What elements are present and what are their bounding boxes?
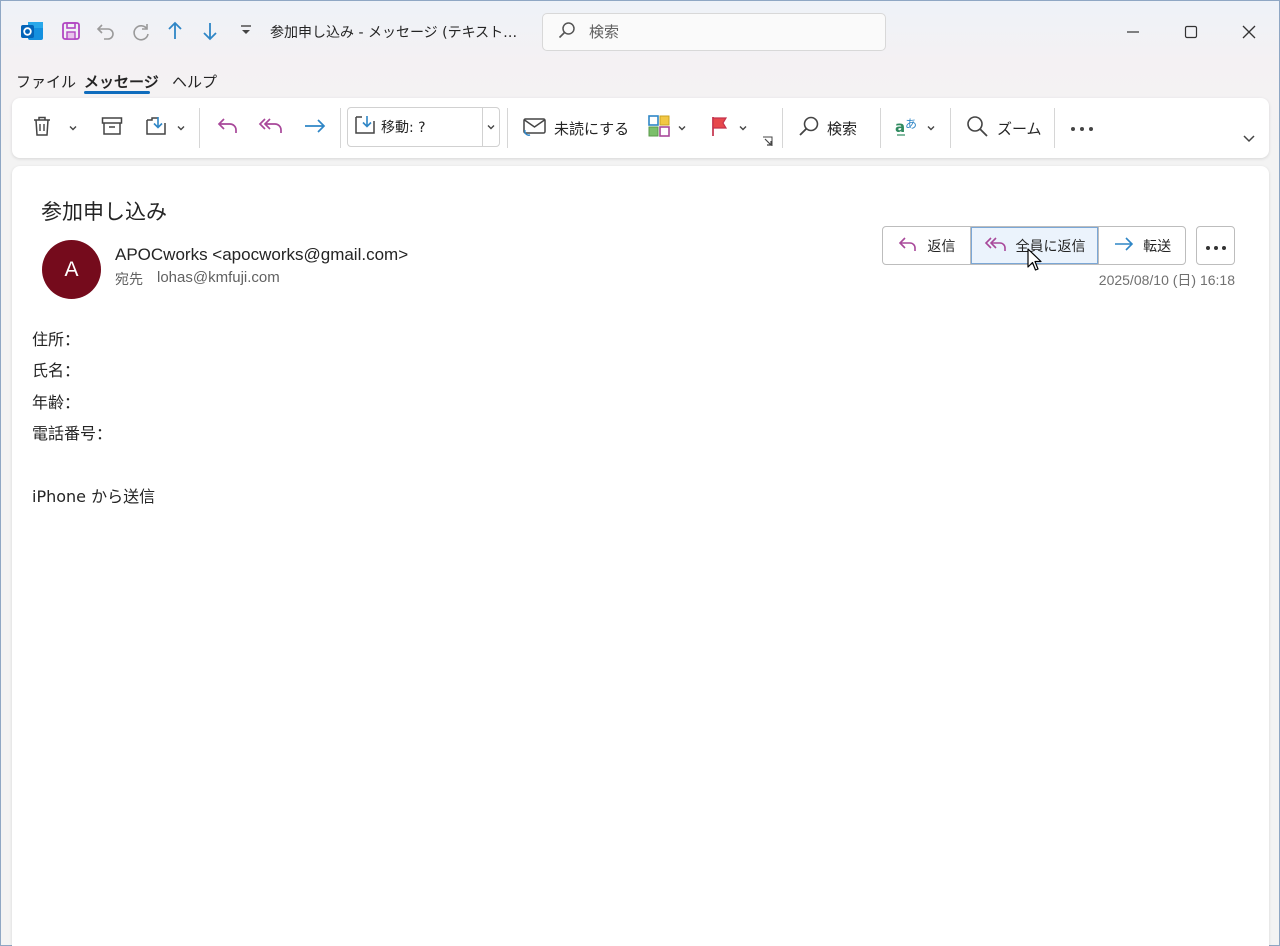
redo-icon[interactable] <box>127 17 155 45</box>
mail-unread-icon <box>522 114 548 142</box>
translate-button[interactable]: a あ <box>894 98 936 158</box>
reply-all-label: 全員に返信 <box>1015 238 1086 255</box>
avatar[interactable]: A <box>42 240 101 299</box>
forward-button[interactable]: 転送 <box>1099 227 1185 264</box>
chevron-down-icon <box>677 119 687 137</box>
translate-icon: a あ <box>894 114 920 142</box>
move-label: 移動: ? <box>381 120 426 136</box>
search-box[interactable] <box>542 13 886 51</box>
trash-icon <box>30 114 54 142</box>
save-icon[interactable] <box>57 17 85 45</box>
body-line: iPhone から送信 <box>32 486 156 506</box>
svg-text:a: a <box>895 118 905 136</box>
find-button[interactable]: 検索 <box>797 98 857 158</box>
reply-icon <box>215 114 241 142</box>
chevron-down-icon[interactable] <box>68 119 78 137</box>
search-icon <box>557 20 577 44</box>
window-title: 参加申し込み - メッセージ (テキスト… <box>270 25 518 41</box>
active-tab-indicator <box>84 91 150 94</box>
reply-ribbon-button[interactable] <box>215 98 241 158</box>
delete-button[interactable] <box>30 98 78 158</box>
ribbon-divider <box>340 108 341 148</box>
outlook-message-window: 参加申し込み - メッセージ (テキスト… ファイル メッセージ ヘルプ <box>0 0 1280 946</box>
ribbon-divider <box>782 108 783 148</box>
message-subject: 参加申し込み <box>41 200 167 224</box>
avatar-initial: A <box>64 257 79 281</box>
to-label: 宛先 <box>115 272 143 288</box>
ribbon-divider <box>1054 108 1055 148</box>
maximize-button[interactable] <box>1168 15 1214 49</box>
to-address[interactable]: lohas@kmfuji.com <box>157 269 280 289</box>
more-commands-button[interactable] <box>1069 98 1095 158</box>
zoom-button[interactable]: ズーム <box>965 98 1042 158</box>
move-folder-icon <box>144 114 170 142</box>
expand-ribbon-button[interactable] <box>1242 110 1256 170</box>
body-line: 年齢： <box>32 392 81 412</box>
customize-toolbar-icon[interactable] <box>232 17 260 45</box>
reply-all-icon <box>984 234 1008 258</box>
move-to-folder-button[interactable] <box>144 98 186 158</box>
message-body: 住所： 氏名： 年齢： 電話番号： iPhone から送信 <box>32 324 155 512</box>
sender-name[interactable]: APOCworks <apocworks@gmail.com> <box>115 245 408 265</box>
forward-icon <box>302 114 328 142</box>
ribbon-divider <box>950 108 951 148</box>
next-item-icon[interactable] <box>196 17 224 45</box>
outlook-app-icon <box>18 17 46 45</box>
chevron-down-icon[interactable] <box>482 108 499 146</box>
chevron-down-icon <box>926 119 936 137</box>
find-label: 検索 <box>827 119 858 138</box>
tab-help[interactable]: ヘルプ <box>172 71 217 92</box>
zoom-icon <box>965 114 991 142</box>
quick-move-dropdown[interactable]: 移動: ? <box>347 107 500 147</box>
reply-all-icon <box>257 114 285 142</box>
tab-message[interactable]: メッセージ <box>84 71 159 92</box>
body-line: 氏名： <box>32 361 81 381</box>
archive-button[interactable] <box>100 98 124 158</box>
flag-icon <box>708 114 732 142</box>
previous-item-icon[interactable] <box>161 17 189 45</box>
reading-pane: 参加申し込み A APOCworks <apocworks@gmail.com>… <box>12 166 1269 946</box>
mouse-pointer-icon <box>1027 248 1043 276</box>
archive-icon <box>100 114 124 142</box>
chevron-down-icon <box>738 119 748 137</box>
reply-all-ribbon-button[interactable] <box>257 98 285 158</box>
search-input[interactable] <box>589 23 849 41</box>
title-bar: 参加申し込み - メッセージ (テキスト… <box>1 1 1279 63</box>
body-line: 電話番号： <box>32 424 113 444</box>
reply-button[interactable]: 返信 <box>883 227 970 264</box>
body-line: 住所： <box>32 330 81 349</box>
reply-label: 返信 <box>927 238 956 255</box>
svg-text:あ: あ <box>905 117 917 131</box>
more-icon <box>1069 119 1095 137</box>
categorize-icon <box>647 114 671 142</box>
search-icon <box>797 114 821 142</box>
minimize-button[interactable] <box>1110 15 1156 49</box>
mark-unread-label: 未読にする <box>554 119 630 138</box>
ribbon-divider <box>880 108 881 148</box>
undo-icon[interactable] <box>92 17 120 45</box>
message-datetime: 2025/08/10 (日) 16:18 <box>1098 272 1235 288</box>
recipient-row: 宛先 lohas@kmfuji.com <box>115 269 280 289</box>
body-line <box>32 450 155 481</box>
more-icon <box>1205 236 1227 255</box>
close-button[interactable] <box>1226 15 1272 49</box>
ribbon-divider <box>199 108 200 148</box>
categorize-button[interactable] <box>647 98 687 158</box>
forward-label: 転送 <box>1143 238 1172 255</box>
flag-button[interactable] <box>708 98 748 158</box>
forward-icon <box>1113 234 1135 258</box>
tab-file[interactable]: ファイル <box>16 71 76 92</box>
forward-ribbon-button[interactable] <box>302 98 328 158</box>
more-actions-button[interactable] <box>1196 226 1235 265</box>
ribbon-toolbar: 移動: ? 未読にする 検索 a あ ズーム <box>12 98 1269 158</box>
ribbon-divider <box>507 108 508 148</box>
move-icon <box>353 113 377 141</box>
reply-icon <box>897 234 919 258</box>
mark-unread-button[interactable]: 未読にする <box>522 98 629 158</box>
zoom-label: ズーム <box>997 119 1042 138</box>
chevron-down-icon <box>176 119 186 137</box>
tags-dialog-launcher-icon[interactable] <box>762 134 774 150</box>
chevron-down-icon <box>1242 131 1256 149</box>
